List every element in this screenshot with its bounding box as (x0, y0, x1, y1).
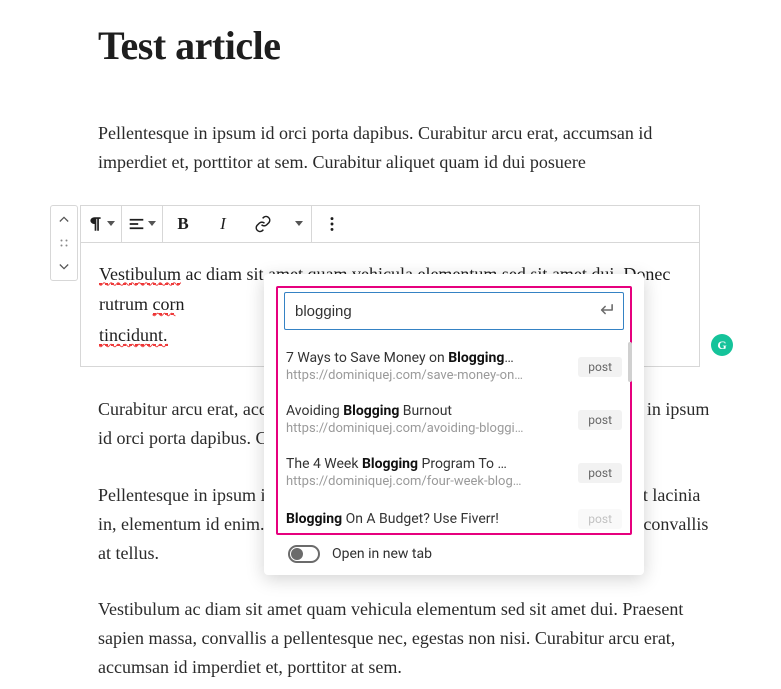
grammarly-icon: G (717, 335, 726, 355)
page-title[interactable]: Test article (98, 22, 718, 69)
spell-error[interactable]: Vestibulum (99, 264, 181, 285)
block-mover (50, 205, 78, 281)
link-icon (254, 215, 272, 233)
link-search-input[interactable] (293, 302, 597, 321)
post-type-badge: post (578, 410, 622, 430)
grammarly-badge[interactable]: G (711, 334, 733, 356)
post-type-badge: post (578, 357, 622, 377)
move-down-button[interactable] (53, 258, 75, 276)
align-left-icon (128, 215, 145, 233)
block-type-button[interactable] (81, 206, 121, 242)
paragraph-1[interactable]: Pellentesque in ipsum id orci porta dapi… (98, 119, 718, 177)
submit-link-icon[interactable] (597, 302, 615, 321)
link-button[interactable] (243, 206, 283, 242)
drag-handle[interactable] (53, 234, 75, 252)
more-options-button[interactable] (312, 206, 352, 242)
spell-error[interactable]: tincidunt. (99, 325, 168, 346)
open-new-tab-label: Open in new tab (332, 546, 432, 562)
open-new-tab-row: Open in new tab (276, 535, 632, 575)
italic-button[interactable]: I (203, 206, 243, 242)
link-results-list: 7 Ways to Save Money on Blogging… https:… (278, 340, 630, 531)
link-result-url: https://dominiquej.com/save-money-on… (286, 368, 568, 383)
more-icon (323, 215, 341, 233)
block-toolbar: B I (80, 205, 700, 243)
post-type-badge: post (578, 463, 622, 483)
align-button[interactable] (122, 206, 162, 242)
spell-error[interactable]: cor (153, 294, 176, 315)
link-popover-highlight: 7 Ways to Save Money on Blogging… https:… (276, 286, 632, 535)
link-result[interactable]: The 4 Week Blogging Program To … https:/… (284, 446, 624, 499)
open-new-tab-toggle[interactable] (288, 545, 320, 563)
link-search-row (284, 292, 624, 330)
move-up-button[interactable] (53, 210, 75, 228)
link-result-url: https://dominiquej.com/avoiding-bloggi… (286, 421, 568, 436)
paragraph-icon (87, 215, 104, 233)
link-result-url: https://dominiquej.com/four-week-blog… (286, 474, 568, 489)
link-result[interactable]: Blogging On A Budget? Use Fiverr! post (284, 499, 624, 531)
more-rich-text-button[interactable] (283, 206, 311, 242)
paragraph-5[interactable]: Vestibulum ac diam sit amet quam vehicul… (98, 595, 718, 681)
link-popover: 7 Ways to Save Money on Blogging… https:… (264, 274, 644, 575)
link-result[interactable]: Avoiding Blogging Burnout https://domini… (284, 393, 624, 446)
results-scrollbar[interactable] (628, 342, 632, 382)
bold-button[interactable]: B (163, 206, 203, 242)
link-result[interactable]: 7 Ways to Save Money on Blogging… https:… (284, 340, 624, 393)
post-type-badge: post (578, 509, 622, 529)
